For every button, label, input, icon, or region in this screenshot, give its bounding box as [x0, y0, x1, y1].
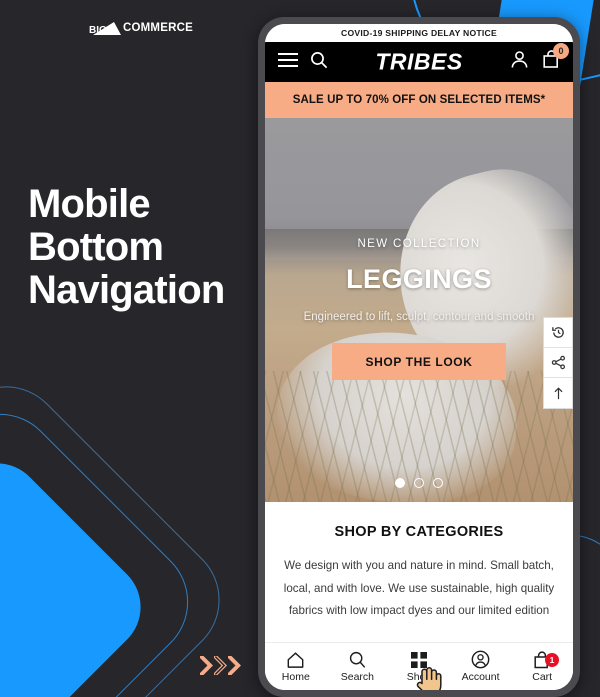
covid-notice-bar: COVID-19 SHIPPING DELAY NOTICE [265, 24, 573, 42]
page-title: Mobile Bottom Navigation [28, 182, 225, 312]
nav-item-account[interactable]: Account [450, 650, 512, 683]
sale-banner-text: SALE UP TO 70% OFF ON SELECTED ITEMS* [292, 94, 546, 106]
carousel-dots [395, 478, 443, 488]
chevron-right-peach-2 [228, 656, 241, 675]
page-title-line-2: Bottom [28, 224, 164, 269]
hero-subtitle: Engineered to lift, sculpt, contour and … [303, 311, 535, 323]
site-header: TRIBES 0 [265, 42, 573, 82]
carousel-dot-1[interactable] [395, 478, 405, 488]
cart-count-badge-nav: 1 [544, 653, 559, 667]
search-icon[interactable] [310, 51, 328, 74]
shop-the-look-button[interactable]: SHOP THE LOOK [332, 343, 506, 380]
nav-label-search: Search [340, 671, 375, 683]
nav-item-shop[interactable]: Shop [388, 650, 450, 683]
search-icon [348, 650, 367, 669]
sale-banner[interactable]: SALE UP TO 70% OFF ON SELECTED ITEMS* [265, 82, 573, 118]
phone-screen: COVID-19 SHIPPING DELAY NOTICE TRIBES 0 … [265, 24, 573, 690]
chevron-right-outline [214, 656, 227, 675]
covid-notice-text: COVID-19 SHIPPING DELAY NOTICE [340, 28, 497, 38]
nav-item-cart[interactable]: 1 Cart [511, 650, 573, 683]
side-tools-panel [543, 317, 573, 409]
nav-item-search[interactable]: Search [327, 650, 442, 690]
svg-text:BIG: BIG [89, 25, 107, 36]
nav-label-cart: Cart [532, 671, 553, 683]
carousel-dot-3[interactable] [433, 478, 443, 488]
categories-title: SHOP BY CATEGORIES [334, 524, 504, 540]
user-account-icon [471, 650, 490, 669]
page-title-line-3: Navigation [28, 267, 225, 312]
carousel-dot-2[interactable] [414, 478, 424, 488]
grid-shop-icon [410, 650, 428, 669]
hero-title: LEGGINGS [346, 264, 492, 294]
hero-content: NEW COLLECTION LEGGINGS Engineered to li… [265, 118, 573, 502]
share-icon[interactable] [544, 348, 572, 378]
phone-mockup: COVID-19 SHIPPING DELAY NOTICE TRIBES 0 … [258, 17, 580, 697]
home-icon [286, 650, 305, 669]
tribes-wordmark[interactable]: TRIBES [375, 49, 462, 76]
user-account-icon[interactable] [510, 50, 529, 74]
nav-label-home: Home [281, 671, 310, 683]
nav-item-home[interactable]: Home [265, 650, 327, 683]
history-icon[interactable] [544, 318, 572, 348]
bigcommerce-logo: BIG COMMERCE [88, 21, 193, 36]
hero-carousel: NEW COLLECTION LEGGINGS Engineered to li… [265, 118, 573, 502]
scroll-to-top-icon[interactable] [544, 378, 572, 408]
cart-button-header[interactable]: 0 [542, 43, 569, 74]
page-title-line-1: Mobile [28, 182, 151, 226]
hamburger-menu-icon[interactable] [277, 52, 299, 73]
hero-eyebrow: NEW COLLECTION [357, 238, 481, 250]
nav-label-account: Account [461, 671, 500, 683]
decor-chevrons [200, 656, 241, 675]
cart-count-badge-header: 0 [553, 43, 569, 59]
categories-body-text: We design with you and nature in mind. S… [283, 559, 555, 618]
mobile-bottom-navigation: Home Search Shop Account 1 Cart [265, 642, 573, 690]
bigcommerce-logo-word: COMMERCE [123, 21, 193, 34]
bigcommerce-triangle-mark: BIG [89, 22, 121, 36]
nav-label-shop: Shop [406, 671, 432, 683]
chevron-right-peach-1 [200, 656, 213, 675]
